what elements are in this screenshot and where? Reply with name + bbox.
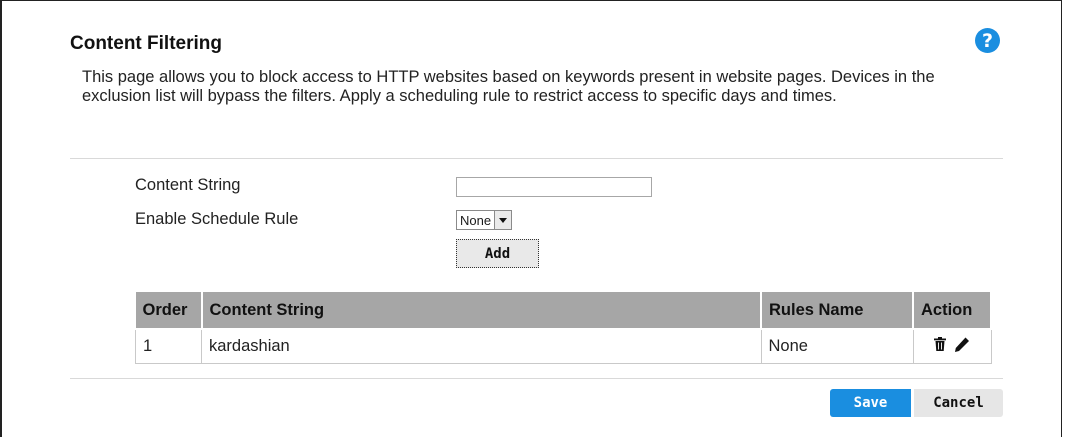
header-content-string: Content String [200, 290, 762, 330]
content-rules-table: Order Content String Rules Name Action 1… [135, 290, 992, 364]
row-content-string: kardashian [201, 328, 762, 364]
header-rules-name: Rules Name [760, 290, 914, 330]
row-rules-name: None [760, 328, 914, 364]
header-action: Action [912, 290, 992, 330]
page-description: This page allows you to block access to … [82, 68, 935, 105]
schedule-rule-label: Enable Schedule Rule [135, 210, 299, 228]
content-string-label: Content String [135, 176, 241, 194]
table-header-row: Order Content String Rules Name Action [135, 290, 992, 330]
cancel-button[interactable]: Cancel [914, 389, 1003, 417]
page-title: Content Filtering [70, 33, 222, 54]
divider-bottom [70, 378, 1003, 379]
table-row: 1 kardashian None [135, 328, 992, 364]
chevron-down-icon [494, 211, 512, 229]
schedule-rule-value: None [460, 213, 492, 228]
schedule-rule-select[interactable]: None [456, 210, 513, 230]
trash-icon[interactable] [933, 337, 946, 356]
header-order: Order [135, 290, 203, 330]
content-string-input[interactable] [456, 177, 652, 197]
add-button[interactable]: Add [456, 239, 539, 268]
save-button[interactable]: Save [830, 389, 911, 417]
edit-pencil-icon[interactable] [954, 337, 970, 357]
row-order: 1 [135, 328, 202, 364]
divider-top [70, 158, 1003, 159]
help-icon[interactable]: ? [975, 28, 1000, 53]
row-actions [912, 328, 992, 364]
